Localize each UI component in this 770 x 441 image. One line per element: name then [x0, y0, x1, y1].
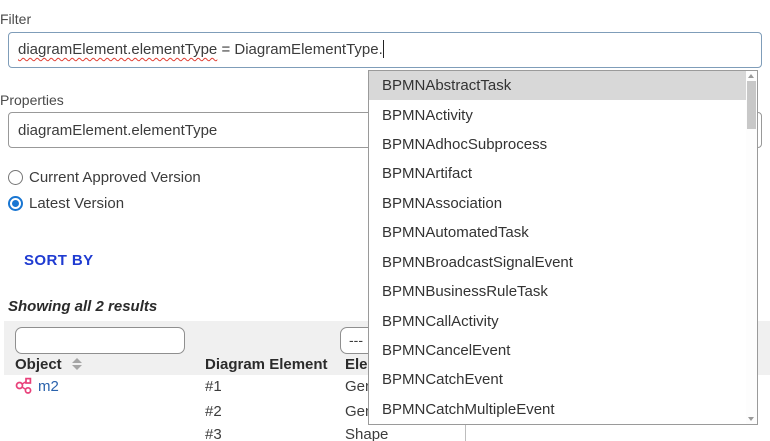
- sort-by-link[interactable]: SORT BY: [24, 252, 93, 269]
- properties-label: Properties: [0, 92, 64, 108]
- column-divider: [465, 425, 466, 441]
- object-link[interactable]: m2: [38, 378, 59, 395]
- scroll-up-icon[interactable]: [748, 74, 754, 78]
- filter-input[interactable]: diagramElement.elementType = DiagramElem…: [8, 32, 762, 68]
- radio-label: Current Approved Version: [29, 169, 201, 186]
- sort-desc-icon: [72, 365, 82, 370]
- suggestion-item[interactable]: BPMNBroadcastSignalEvent: [369, 248, 746, 277]
- suggestion-item[interactable]: BPMNCancelEvent: [369, 336, 746, 365]
- results-summary: Showing all 2 results: [8, 298, 157, 315]
- radio-latest-version[interactable]: Latest Version: [8, 194, 124, 212]
- model-icon: [15, 377, 32, 399]
- filter-label: Filter: [0, 11, 31, 27]
- table-cell-diagram-element: #2: [205, 403, 222, 420]
- radio-selected-icon[interactable]: [8, 196, 23, 211]
- table-cell-diagram-element: #1: [205, 378, 222, 395]
- radio-label: Latest Version: [29, 195, 124, 212]
- radio-unselected-icon[interactable]: [8, 170, 23, 185]
- scrollbar-thumb[interactable]: [747, 81, 756, 129]
- radio-dot: [12, 200, 19, 207]
- suggestion-item[interactable]: BPMNAssociation: [369, 189, 746, 218]
- filter-value-rest: = DiagramElementType.: [217, 41, 383, 58]
- table-cell-element-type: Shape: [345, 426, 388, 441]
- suggestion-list: BPMNAbstractTask BPMNActivity BPMNAdhocS…: [369, 71, 746, 424]
- suggestion-item[interactable]: BPMNAbstractTask: [369, 71, 746, 100]
- object-column-filter-input[interactable]: [15, 327, 185, 354]
- scroll-down-icon[interactable]: [748, 417, 754, 421]
- text-caret: [383, 40, 384, 58]
- suggestion-item[interactable]: BPMNCatchMultipleEvent: [369, 395, 746, 424]
- filter-value-property: diagramElement.elementType: [18, 41, 217, 58]
- suggestion-item[interactable]: BPMNAdhocSubprocess: [369, 130, 746, 159]
- suggestion-item[interactable]: BPMNAutomatedTask: [369, 218, 746, 247]
- suggestion-item[interactable]: BPMNArtifact: [369, 159, 746, 188]
- column-header-object[interactable]: Object: [15, 356, 62, 373]
- suggestion-item[interactable]: BPMNActivity: [369, 100, 746, 129]
- suggestion-item[interactable]: BPMNCatchEvent: [369, 365, 746, 394]
- column-header-diagram-element: Diagram Element: [205, 356, 328, 373]
- table-cell-diagram-element: #3: [205, 426, 222, 441]
- sort-toggle-icon[interactable]: [72, 358, 82, 370]
- suggestion-item[interactable]: BPMNCallActivity: [369, 306, 746, 335]
- suggestion-item[interactable]: BPMNBusinessRuleTask: [369, 277, 746, 306]
- element-type-suggestion-dropdown: BPMNAbstractTask BPMNActivity BPMNAdhocS…: [368, 70, 758, 425]
- dropdown-scrollbar[interactable]: [746, 71, 757, 424]
- radio-current-approved-version[interactable]: Current Approved Version: [8, 168, 201, 186]
- query-filter-panel: Filter diagramElement.elementType = Diag…: [0, 0, 770, 441]
- sort-asc-icon: [72, 358, 82, 363]
